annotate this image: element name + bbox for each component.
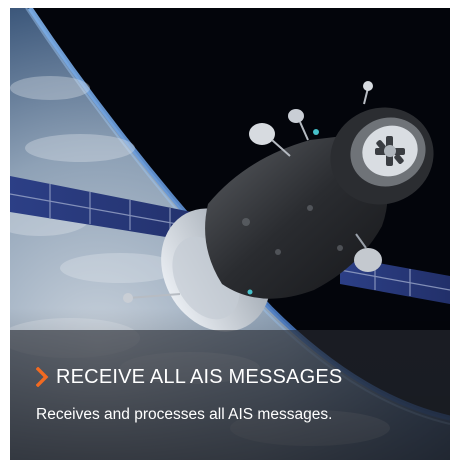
feature-description: Receives and processes all AIS messages. <box>36 406 333 423</box>
caption-overlay: RECEIVE ALL AIS MESSAGES Receives and pr… <box>10 330 450 460</box>
feature-card[interactable]: RECEIVE ALL AIS MESSAGES Receives and pr… <box>10 8 450 460</box>
feature-title: RECEIVE ALL AIS MESSAGES <box>56 365 343 388</box>
caption-title-row[interactable]: RECEIVE ALL AIS MESSAGES <box>36 364 342 390</box>
chevron-right-icon <box>36 367 49 387</box>
